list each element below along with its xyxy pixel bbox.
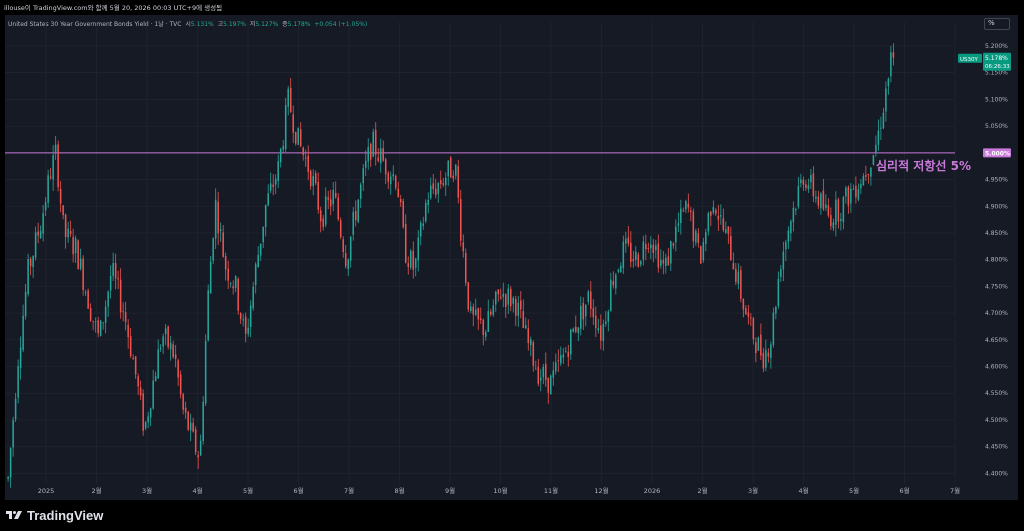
tradingview-logo-icon (6, 511, 22, 519)
percent-scale-button[interactable]: % (984, 18, 1010, 30)
open-value: 5.131% (190, 21, 214, 28)
brand-name: TradingView (27, 507, 104, 523)
symbol-legend: United States 30 Year Government Bonds Y… (8, 19, 367, 28)
high-value: 5.197% (223, 21, 246, 28)
change-value: +0.054 (+1.05%) (314, 21, 368, 28)
symbol-name: United States 30 Year Government Bonds Y… (8, 21, 182, 28)
chart-frame (5, 15, 1018, 500)
footer-brand: TradingView (5, 505, 103, 525)
snapshot-caption: illouse이 TradingView.com와 함께 5월 20, 2026… (4, 4, 223, 12)
low-value: 5.127% (255, 21, 279, 28)
close-value: 5.178% (287, 21, 311, 28)
